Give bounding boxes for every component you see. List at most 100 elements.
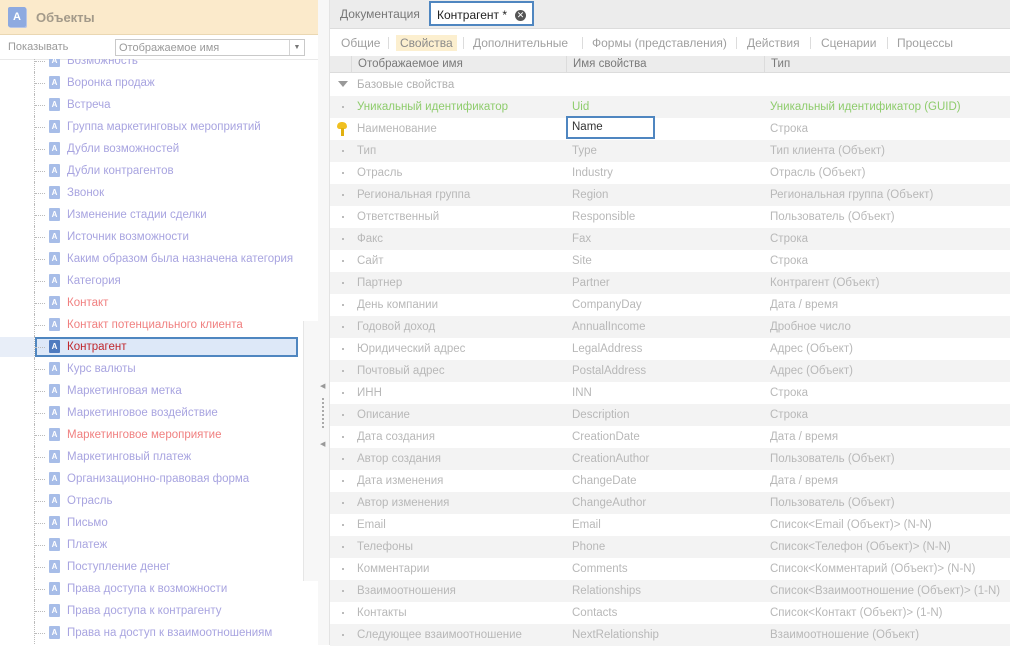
cell-display-name: Отрасль xyxy=(357,167,403,179)
group-base-properties[interactable]: Базовые свойства xyxy=(330,74,1010,96)
property-row[interactable]: Факс Fax Строка xyxy=(330,228,1010,250)
property-row[interactable]: Региональная группа Region Региональная гр… xyxy=(330,184,1010,206)
tree-item[interactable]: A Дубли возможностей xyxy=(0,138,318,160)
tree-item-label: Контрагент xyxy=(67,341,127,353)
close-icon[interactable]: ✕ xyxy=(515,10,527,22)
tree-item[interactable]: A Звонок xyxy=(0,182,318,204)
tree-item[interactable]: A Права на доступ к взаимоотношениям xyxy=(0,622,318,644)
tree-item[interactable]: A Платеж xyxy=(0,534,318,556)
cell-type: Список<Телефон (Объект)> (N-N) xyxy=(770,541,951,553)
property-row[interactable]: Email Email Список<Email (Объект)> (N-N) xyxy=(330,514,1010,536)
tree-item[interactable]: A Возможность xyxy=(0,59,318,72)
show-select[interactable]: Отображаемое имя ▼ xyxy=(115,38,305,56)
tree-item[interactable]: A Маркетинговое мероприятие xyxy=(0,424,318,446)
row-bullet xyxy=(342,326,344,328)
property-row[interactable]: Комментарии Comments Список<Комментарий (О… xyxy=(330,558,1010,580)
tree-item[interactable]: A Контрагент xyxy=(0,336,318,358)
property-row[interactable]: Взаимоотношения Relationships Список<Взаим… xyxy=(330,580,1010,602)
cell-property-name: Fax xyxy=(572,233,592,245)
object-icon: A xyxy=(49,120,60,133)
row-bullet xyxy=(342,546,344,548)
tree-item[interactable]: A Организационно-правовая форма xyxy=(0,468,318,490)
panel-splitter[interactable]: ◀ ◀ xyxy=(318,0,330,645)
tab-contragent[interactable]: Контрагент * ✕ xyxy=(429,1,535,26)
tree-item[interactable]: A Каким образом была назначена категория xyxy=(0,248,318,270)
name-cell-editor[interactable]: Name xyxy=(566,116,655,139)
tab-properties[interactable]: Свойства xyxy=(396,35,457,51)
tree-scrollbar[interactable] xyxy=(303,321,318,581)
tree-item[interactable]: A Группа маркетинговых мероприятий xyxy=(0,116,318,138)
property-row[interactable]: Уникальный идентификатор Uid Уникальный ид… xyxy=(330,96,1010,118)
tree-item[interactable]: A Маркетинговый платеж xyxy=(0,446,318,468)
tree-item[interactable]: A Воронка продаж xyxy=(0,72,318,94)
tree-item[interactable]: A Изменение стадии сделки xyxy=(0,204,318,226)
object-icon: A xyxy=(49,384,60,397)
tree-item[interactable]: A Поступление денег xyxy=(0,556,318,578)
cell-display-name: Юридический адрес xyxy=(357,343,466,355)
tab-documentation[interactable]: Документация xyxy=(340,0,420,28)
tree-item[interactable]: A Контакт потенциального клиента xyxy=(0,314,318,336)
object-icon: A xyxy=(49,208,60,221)
tab-scenarios[interactable]: Сценарии xyxy=(819,35,878,51)
tree-item[interactable]: A Права доступа к контрагенту xyxy=(0,600,318,622)
tab-general[interactable]: Общие xyxy=(339,35,382,51)
chevron-down-icon[interactable]: ▼ xyxy=(289,39,304,55)
tree-item[interactable]: A Маркетинговая метка xyxy=(0,380,318,402)
tree-item[interactable]: A Письмо xyxy=(0,512,318,534)
property-row[interactable]: Дата создания CreationDate Дата / время xyxy=(330,426,1010,448)
property-row[interactable]: Автор изменения ChangeAuthor Пользователь … xyxy=(330,492,1010,514)
property-row[interactable]: Телефоны Phone Список<Телефон (Объект)> (N… xyxy=(330,536,1010,558)
cell-display-name: ИНН xyxy=(357,387,382,399)
property-row[interactable]: Отрасль Industry Отрасль (Объект) xyxy=(330,162,1010,184)
tree-item-label: Курс валюты xyxy=(67,363,136,375)
property-row[interactable]: Автор создания CreationAuthor Пользователь… xyxy=(330,448,1010,470)
cell-display-name: Ответственный xyxy=(357,211,440,223)
cell-property-name: Relationships xyxy=(572,585,642,597)
property-row[interactable]: Тип Type Тип клиента (Объект) xyxy=(330,140,1010,162)
collapse-left-arrow-icon[interactable]: ◀ xyxy=(320,382,325,390)
collapse-left-arrow-icon-2[interactable]: ◀ xyxy=(320,440,325,448)
tree-item[interactable]: A Источник возможности xyxy=(0,226,318,248)
column-display-name[interactable]: Отображаемое имя xyxy=(351,56,566,72)
tree-item[interactable]: A Права доступа к возможности xyxy=(0,578,318,600)
tree-item[interactable]: A Контакт xyxy=(0,292,318,314)
property-row[interactable]: Контакты Contacts Список<Контакт (Объект)>… xyxy=(330,602,1010,624)
property-row[interactable]: Ответственный Responsible Пользователь (Об… xyxy=(330,206,1010,228)
tree-item[interactable]: A Категория xyxy=(0,270,318,292)
property-row[interactable]: Годовой доход AnnualIncome Дробное число xyxy=(330,316,1010,338)
cell-property-name: Site xyxy=(572,255,592,267)
property-row[interactable]: Юридический адрес LegalAddress Адрес (Объе… xyxy=(330,338,1010,360)
property-row[interactable]: ИНН INN Строка xyxy=(330,382,1010,404)
object-icon: A xyxy=(49,604,60,617)
expand-arrow-icon[interactable] xyxy=(338,81,348,87)
column-property-name[interactable]: Имя свойства xyxy=(566,56,764,72)
splitter-grip-icon[interactable] xyxy=(322,398,326,428)
tree-item[interactable]: A Дубли контрагентов xyxy=(0,160,318,182)
cell-display-name: Комментарии xyxy=(357,563,430,575)
object-editor: Документация Контрагент * ✕ Общие Свойств… xyxy=(330,0,1010,646)
object-icon: A xyxy=(49,76,60,89)
tab-forms[interactable]: Формы (представления) xyxy=(590,35,729,51)
tab-actions[interactable]: Действия xyxy=(745,35,802,51)
property-row[interactable]: Наименование Строка xyxy=(330,118,1010,140)
tab-additional[interactable]: Дополнительные xyxy=(471,35,570,51)
property-row[interactable]: Партнер Partner Контрагент (Объект) xyxy=(330,272,1010,294)
column-type[interactable]: Тип xyxy=(764,56,1010,72)
property-row[interactable]: Описание Description Строка xyxy=(330,404,1010,426)
cell-type: Пользователь (Объект) xyxy=(770,453,895,465)
tree-item[interactable]: A Курс валюты xyxy=(0,358,318,380)
row-bullet xyxy=(342,590,344,592)
tree-item[interactable]: A Маркетинговое воздействие xyxy=(0,402,318,424)
property-row[interactable]: Дата изменения ChangeDate Дата / время xyxy=(330,470,1010,492)
tree-item[interactable]: A Отрасль xyxy=(0,490,318,512)
row-bullet xyxy=(342,502,344,504)
property-row[interactable]: Следующее взаимоотношение NextRelationshi… xyxy=(330,624,1010,646)
tree-item[interactable]: A Встреча xyxy=(0,94,318,116)
property-row[interactable]: Сайт Site Строка xyxy=(330,250,1010,272)
tab-processes[interactable]: Процессы xyxy=(895,35,955,51)
property-row[interactable]: День компании CompanyDay Дата / время xyxy=(330,294,1010,316)
cell-type: Взаимоотношение (Объект) xyxy=(770,629,920,641)
row-bullet xyxy=(342,392,344,394)
row-bullet xyxy=(342,480,344,482)
property-row[interactable]: Почтовый адрес PostalAddress Адрес (Объект… xyxy=(330,360,1010,382)
